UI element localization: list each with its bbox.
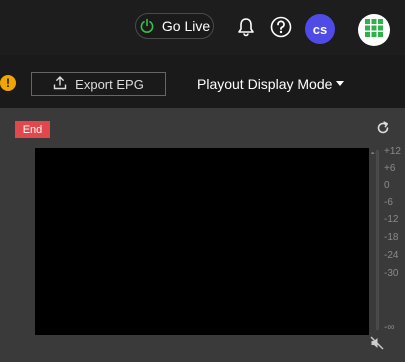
warning-icon[interactable]: !: [0, 75, 16, 91]
playout-display-mode-select[interactable]: Playout Display Mode: [197, 76, 332, 92]
apps-grid-icon: [365, 18, 383, 42]
go-live-label: Go Live: [161, 18, 211, 34]
refresh-icon[interactable]: [376, 121, 390, 140]
chevron-down-icon[interactable]: [336, 81, 344, 86]
meter-tick: -24: [384, 250, 399, 261]
avatar-initials: cs: [312, 21, 328, 37]
status-badge-label: End: [22, 123, 43, 136]
apps-button[interactable]: [358, 14, 390, 46]
warning-symbol: !: [6, 76, 10, 90]
video-preview[interactable]: [35, 148, 369, 335]
export-epg-label: Export EPG: [75, 76, 144, 92]
go-live-button[interactable]: Go Live: [135, 13, 214, 39]
meter-tick: +12: [384, 146, 401, 157]
mute-icon[interactable]: [370, 336, 384, 355]
power-icon: [139, 18, 155, 34]
meter-tick: -18: [384, 232, 399, 243]
status-badge: End: [15, 121, 50, 138]
export-epg-button[interactable]: Export EPG: [31, 72, 166, 96]
bell-icon[interactable]: [236, 17, 256, 42]
meter-tick: -6: [384, 197, 393, 208]
upload-icon: [53, 75, 67, 93]
audio-meter-scale: +12 +6 0 -6 -12 -18 -24 -30 -∞: [384, 147, 405, 337]
audio-level-meter: [376, 150, 379, 330]
meter-tick: 0: [384, 180, 390, 191]
meter-tick: -12: [384, 214, 399, 225]
meter-tick: -30: [384, 268, 399, 279]
avatar[interactable]: cs: [305, 14, 335, 44]
help-icon[interactable]: [270, 16, 292, 43]
meter-tick: -∞: [384, 322, 395, 333]
meter-tick: +6: [384, 163, 396, 174]
